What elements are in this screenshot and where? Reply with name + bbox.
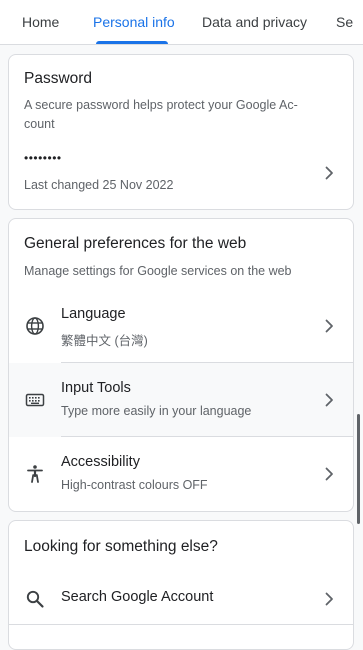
password-card[interactable]: Password A secure password helps protect…: [8, 54, 354, 210]
active-tab-indicator: [96, 41, 168, 44]
language-value: 繁體中文 (台灣): [61, 334, 148, 348]
row-divider: [9, 624, 353, 625]
accessibility-label: Accessibility: [61, 454, 140, 470]
chevron-right-icon: [325, 393, 333, 407]
password-last-changed: Last changed 25 Nov 2022: [24, 178, 174, 192]
preferences-title: General preferences for the web: [24, 235, 247, 252]
language-label: Language: [61, 306, 126, 322]
looking-for-something-else-card: Looking for something else? Search Googl…: [8, 520, 354, 650]
search-google-account-row[interactable]: Search Google Account: [9, 573, 353, 625]
search-icon: [26, 590, 44, 608]
password-masked: ••••••••: [24, 151, 62, 165]
input-tools-value: Type more easily in your language: [61, 404, 252, 418]
accessibility-icon: [27, 465, 43, 483]
general-preferences-card: General preferences for the web Manage s…: [8, 218, 354, 512]
preferences-description: Manage settings for Google services on t…: [24, 264, 292, 278]
tab-data-and-privacy[interactable]: Data and privacy: [202, 0, 307, 44]
tab-bar: Home Personal info Data and privacy Se: [0, 0, 363, 45]
password-description: A secure password helps protect your Goo…: [24, 98, 298, 131]
globe-icon: [26, 317, 44, 335]
tab-security[interactable]: Se: [336, 0, 353, 44]
password-title: Password: [24, 70, 93, 87]
input-tools-row[interactable]: Input Tools Type more easily in your lan…: [9, 363, 353, 437]
tab-personal-info[interactable]: Personal info: [93, 0, 175, 44]
language-row[interactable]: Language 繁體中文 (台灣): [9, 289, 353, 363]
chevron-right-icon: [325, 319, 333, 333]
chevron-right-icon: [325, 467, 333, 481]
scrollbar-thumb[interactable]: [357, 414, 360, 524]
search-google-account-label: Search Google Account: [61, 589, 214, 605]
input-tools-label: Input Tools: [61, 380, 131, 396]
chevron-right-icon: [325, 166, 333, 180]
accessibility-row[interactable]: Accessibility High-contrast colours OFF: [9, 437, 353, 511]
keyboard-icon: [25, 393, 45, 407]
chevron-right-icon: [325, 592, 333, 606]
looking-else-title: Looking for something else?: [24, 538, 218, 555]
tab-home[interactable]: Home: [22, 0, 59, 44]
accessibility-value: High-contrast colours OFF: [61, 478, 208, 492]
